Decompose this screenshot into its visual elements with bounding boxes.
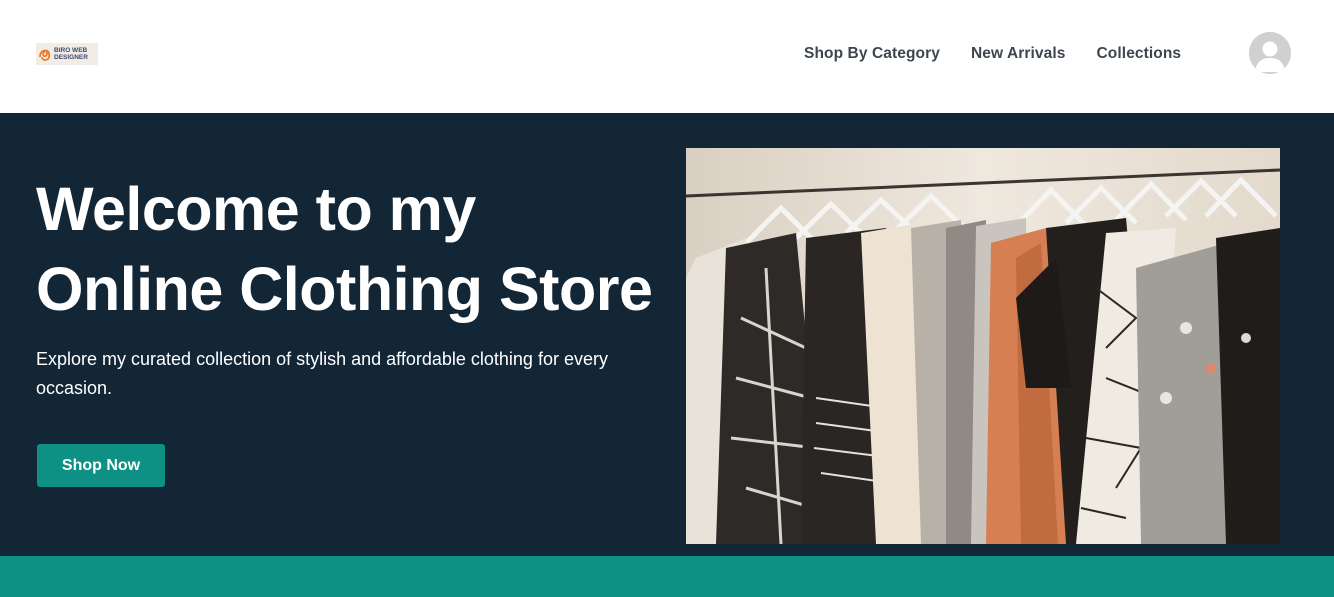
- nav-new-arrivals[interactable]: New Arrivals: [971, 45, 1066, 63]
- nav-shop-by-category[interactable]: Shop By Category: [804, 45, 940, 63]
- site-logo[interactable]: BIRO WEB DESIGNER: [36, 43, 98, 65]
- hero-subtitle: Explore my curated collection of stylish…: [36, 349, 608, 398]
- user-avatar-icon: [1249, 32, 1291, 74]
- hero-title: Welcome to my Online Clothing Store: [36, 169, 676, 329]
- hero-image: [686, 148, 1280, 544]
- shop-now-button[interactable]: Shop Now: [37, 444, 165, 487]
- user-avatar[interactable]: [1249, 32, 1291, 74]
- clothing-rack-image: [686, 148, 1280, 544]
- main-nav: Shop By Category New Arrivals Collection…: [804, 45, 1181, 63]
- nav-collections[interactable]: Collections: [1097, 45, 1182, 63]
- logo-text-line2: DESIGNER: [54, 54, 88, 61]
- logo-text-line1: BIRO WEB: [54, 47, 88, 54]
- hero-section: Welcome to my Online Clothing Store Expl…: [0, 113, 1334, 556]
- accent-band: [0, 556, 1334, 597]
- hero-title-line1: Welcome to my: [36, 175, 476, 243]
- site-header: BIRO WEB DESIGNER Shop By Category New A…: [0, 0, 1334, 113]
- logo-mark-icon: BIRO WEB DESIGNER: [39, 47, 88, 61]
- hero-title-line2: Online Clothing Store: [36, 255, 653, 323]
